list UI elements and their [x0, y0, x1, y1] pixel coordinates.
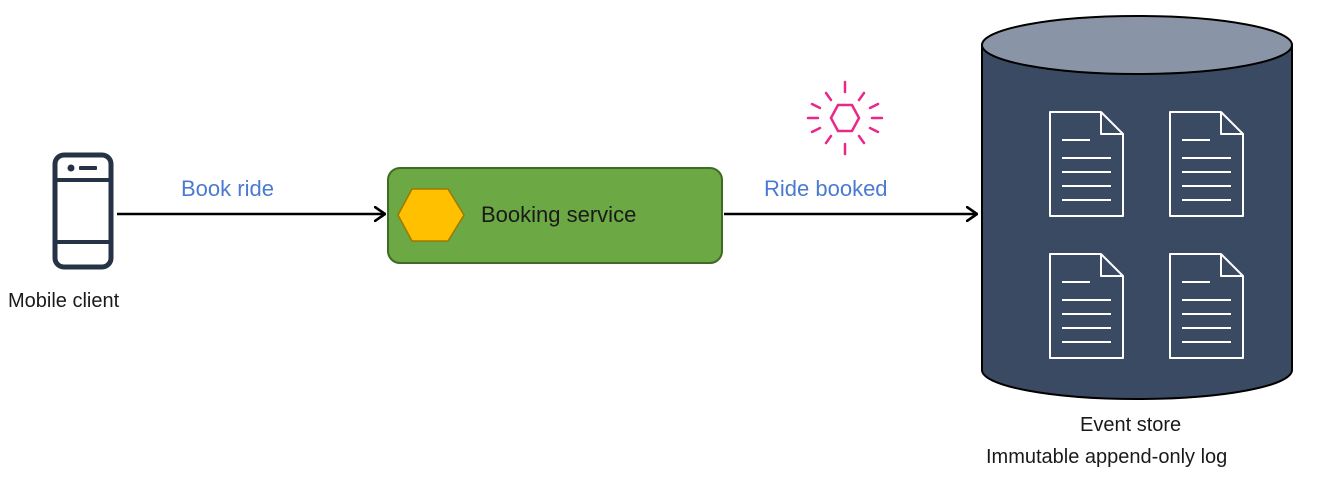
event-store-label: Event store	[1080, 414, 1182, 436]
event-burst-icon	[806, 80, 884, 156]
event-store-sublabel: Immutable append-only log	[986, 446, 1228, 468]
booking-service-label: Booking service	[481, 202, 637, 227]
mobile-client-label: Mobile client	[8, 290, 120, 312]
event-store-cylinder	[981, 15, 1293, 400]
book-ride-label: Book ride	[181, 176, 274, 201]
ride-booked-label: Ride booked	[764, 176, 888, 201]
architecture-diagram	[52, 15, 1293, 400]
smartphone-icon	[52, 152, 114, 270]
